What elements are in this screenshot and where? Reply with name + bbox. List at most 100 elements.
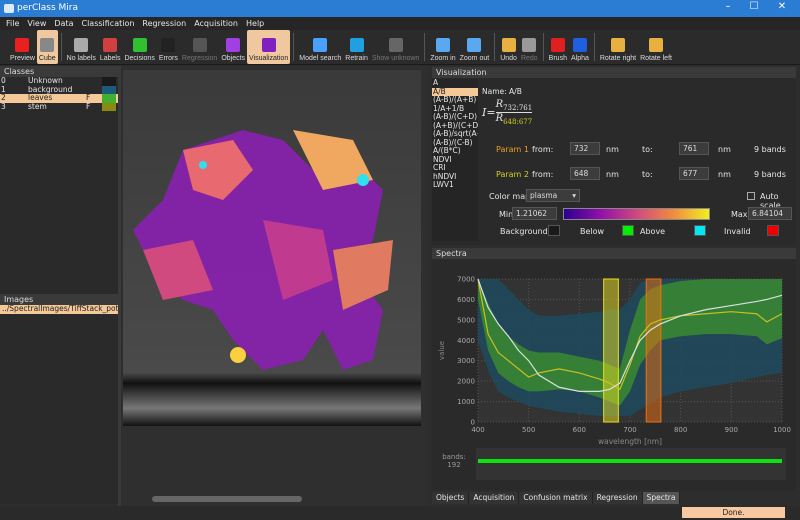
class-row[interactable]: 2 leaves F <box>0 93 118 103</box>
plant-image[interactable] <box>123 70 421 426</box>
class-row[interactable]: 3 stem F <box>0 102 118 111</box>
menu-regression[interactable]: Regression <box>142 19 186 28</box>
class-color-swatch[interactable] <box>102 94 116 103</box>
tab-acquisition[interactable]: Acquisition <box>469 492 520 504</box>
colormap-select[interactable]: plasma ▾ <box>526 189 580 202</box>
to-label: to: <box>642 170 653 179</box>
colormap-value: plasma <box>530 191 558 200</box>
formula: I= R732:761 R648:677 <box>482 99 533 126</box>
show-unknown-label: Show unknown <box>371 55 420 62</box>
class-color-swatch[interactable] <box>102 85 116 94</box>
cube-label: Cube <box>38 55 56 62</box>
from-input[interactable]: 648 <box>570 167 600 180</box>
spectra-title: Spectra <box>432 248 796 259</box>
menu-view[interactable]: View <box>27 19 46 28</box>
formula-list-item[interactable]: LWV1 <box>432 180 478 190</box>
menu-help[interactable]: Help <box>246 19 264 28</box>
show-unknown-button[interactable]: Show unknown <box>370 30 421 64</box>
bottom-tabs: Objects Acquisition Confusion matrix Regres… <box>432 492 681 504</box>
alpha-button[interactable]: Alpha <box>569 30 591 64</box>
rotate-left-label: Rotate left <box>640 55 672 62</box>
brush-button[interactable]: Brush <box>547 30 569 64</box>
formula-num: R <box>495 99 504 110</box>
above-color-swatch[interactable] <box>694 225 706 236</box>
spectra-panel: Spectra 400 500 600 700 800 900 1000 0 1000 2000 3… <box>432 248 796 490</box>
window-title: perClass Mira <box>17 3 78 13</box>
menu-data[interactable]: Data <box>54 19 73 28</box>
autoscale-checkbox[interactable] <box>747 192 755 200</box>
preview-icon <box>15 38 30 52</box>
objects-button[interactable]: Objects <box>219 30 247 64</box>
zoom-out-button[interactable]: Zoom out <box>458 30 492 64</box>
tab-spectra[interactable]: Spectra <box>642 492 681 504</box>
x-tick-label: 500 <box>522 426 535 434</box>
horizontal-scrollbar[interactable] <box>152 496 302 502</box>
to-input[interactable]: 677 <box>679 167 709 180</box>
menu-classification[interactable]: Classification <box>81 19 134 28</box>
to-input[interactable]: 761 <box>679 142 709 155</box>
y-tick-label: 6000 <box>457 296 475 304</box>
preview-label: Preview <box>10 55 35 62</box>
toolbar-separator <box>424 33 426 61</box>
max-input[interactable]: 6.84104 <box>748 207 792 220</box>
invalid-color-swatch[interactable] <box>767 225 779 236</box>
no-labels-button[interactable]: No labels <box>65 30 98 64</box>
zoom-in-button[interactable]: Zoom in <box>428 30 457 64</box>
class-row[interactable]: 1 background <box>0 85 118 94</box>
from-label: from: <box>532 145 554 154</box>
tab-regression[interactable]: Regression <box>592 492 643 504</box>
model-search-label: Model search <box>299 55 342 62</box>
visualization-button[interactable]: Visualization <box>247 30 291 64</box>
preview-button[interactable]: Preview <box>8 30 37 64</box>
x-tick-label: 400 <box>471 426 484 434</box>
band-count: 9 bands <box>754 170 786 179</box>
maximize-button[interactable]: ☐ <box>742 1 766 16</box>
rotate-right-button[interactable]: Rotate right <box>598 30 638 64</box>
close-button[interactable]: ✕ <box>770 1 794 16</box>
y-tick-label: 4000 <box>457 337 475 345</box>
band-highlight[interactable] <box>645 278 662 423</box>
minimize-button[interactable]: – <box>716 1 740 16</box>
tab-objects[interactable]: Objects <box>432 492 470 504</box>
labels-label: Labels <box>99 55 121 62</box>
menu-file[interactable]: File <box>6 19 19 28</box>
model-search-button[interactable]: Model search <box>297 30 343 64</box>
colormap-bar <box>563 208 710 220</box>
below-color-swatch[interactable] <box>622 225 634 236</box>
image-item[interactable]: ../SpectralImages/TiffStack_potato_ <box>0 305 118 314</box>
spectra-chart[interactable]: 400 500 600 700 800 900 1000 0 1000 2000 3000 4000 5… <box>432 260 796 490</box>
tab-confusion-matrix[interactable]: Confusion matrix <box>519 492 593 504</box>
retrain-button[interactable]: Retrain <box>343 30 370 64</box>
labels-button[interactable]: Labels <box>98 30 123 64</box>
from-input[interactable]: 732 <box>570 142 600 155</box>
class-color-swatch[interactable] <box>102 102 116 111</box>
band-count: 9 bands <box>754 145 786 154</box>
background-color-swatch[interactable] <box>548 225 560 236</box>
decisions-button[interactable]: Decisions <box>122 30 156 64</box>
redo-label: Redo <box>520 55 538 62</box>
undo-button[interactable]: Undo <box>498 30 519 64</box>
image-view[interactable] <box>122 66 428 506</box>
redo-button[interactable]: Redo <box>519 30 540 64</box>
band-highlight[interactable] <box>603 278 619 423</box>
regression-button[interactable]: Regression <box>180 30 219 64</box>
rotate-left-button[interactable]: Rotate left <box>638 30 674 64</box>
rotate-right-icon <box>610 38 625 52</box>
y-tick-label: 3000 <box>457 357 475 365</box>
cube-button[interactable]: Cube <box>36 30 58 64</box>
no-labels-icon <box>74 38 89 52</box>
errors-button[interactable]: Errors <box>157 30 180 64</box>
class-color-swatch[interactable] <box>102 77 116 86</box>
chevron-down-icon: ▾ <box>572 191 576 200</box>
splitter[interactable] <box>118 66 121 506</box>
x-tick-label: 900 <box>725 426 738 434</box>
toolbar-separator <box>293 33 295 61</box>
decisions-icon <box>132 38 147 52</box>
undo-icon <box>501 38 516 52</box>
min-input[interactable]: 1.21062 <box>512 207 557 220</box>
bands-info: bands: 192 <box>438 453 470 469</box>
undo-label: Undo <box>500 55 517 62</box>
zoom-out-icon <box>467 38 482 52</box>
menu-acquisition[interactable]: Acquisition <box>194 19 238 28</box>
app-icon <box>4 4 14 13</box>
